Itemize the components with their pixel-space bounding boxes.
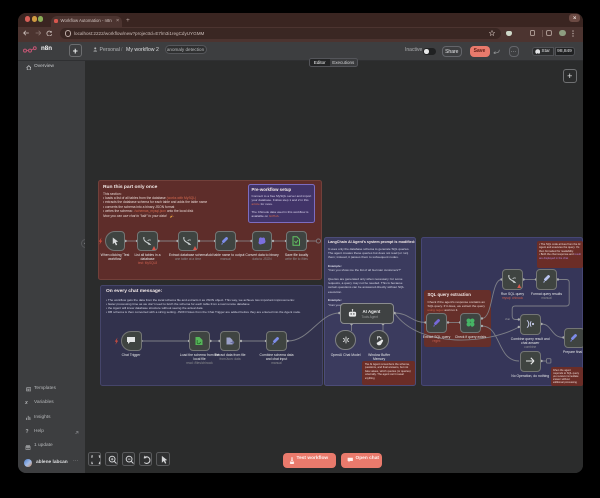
svg-text:chat: chat [505, 317, 510, 321]
